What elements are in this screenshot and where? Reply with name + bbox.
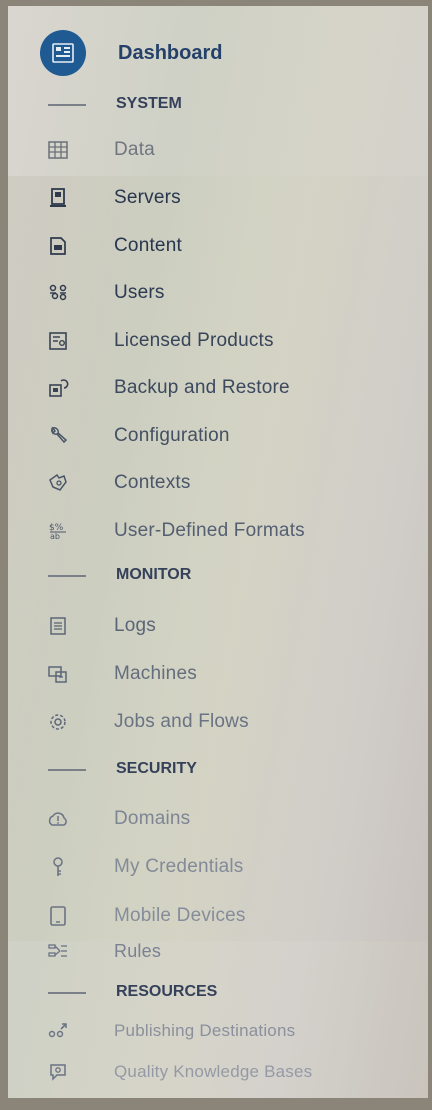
logs-icon (46, 614, 70, 638)
nav-item-label: Publishing Destinations (114, 1021, 296, 1040)
section-title: MONITOR (116, 566, 192, 583)
section-divider (48, 992, 86, 994)
contexts-icon (46, 471, 70, 495)
section-title: SYSTEM (116, 95, 182, 112)
dashboard-link[interactable]: Dashboard (118, 42, 222, 65)
nav-item-label: Quality Knowledge Bases (114, 1062, 313, 1081)
license-icon (46, 329, 70, 353)
nav-item-contexts[interactable]: Contexts (8, 463, 428, 503)
nav-item-label: Mobile Devices (114, 905, 246, 926)
nav-item-logs[interactable]: Logs (8, 606, 428, 646)
server-icon (46, 186, 70, 210)
nav-item-label: Machines (114, 663, 197, 684)
nav-item-label: Servers (114, 187, 181, 208)
nav-item-my-credentials[interactable]: My Credentials (8, 847, 428, 887)
nav-item-quality-knowledge-bases[interactable]: Quality Knowledge Bases (8, 1052, 428, 1092)
section-title: SECURITY (116, 760, 197, 777)
nav-item-content[interactable]: Content (8, 226, 428, 266)
nav-item-label: Jobs and Flows (114, 711, 249, 732)
tablet-icon (46, 904, 70, 928)
nav-item-backup-restore[interactable]: Backup and Restore (8, 368, 428, 408)
nav-item-label: Licensed Products (114, 330, 274, 351)
key-icon (46, 855, 70, 879)
nav-item-machines[interactable]: Machines (8, 654, 428, 694)
nav-item-licensed-products[interactable]: Licensed Products (8, 321, 428, 361)
nav-item-label: Contexts (114, 472, 191, 493)
wrench-icon (46, 424, 70, 448)
nav-item-label: User-Defined Formats (114, 520, 305, 541)
nav-item-label: Domains (114, 808, 191, 829)
formats-icon: $% ab (46, 519, 70, 543)
knowledge-icon (46, 1060, 70, 1084)
nav-item-jobs-flows[interactable]: Jobs and Flows (8, 702, 428, 742)
nav-item-label: Logs (114, 615, 157, 636)
section-title: RESOURCES (116, 983, 218, 1000)
backup-icon (46, 376, 70, 400)
section-divider (48, 769, 86, 771)
content-icon (46, 234, 70, 258)
publishing-icon (46, 1019, 70, 1043)
section-system: SYSTEM (8, 92, 428, 118)
section-divider (48, 104, 86, 106)
screen: Dashboard SYSTEM Data Servers Content Us… (8, 6, 428, 1098)
nav-item-domains[interactable]: Domains (8, 799, 428, 839)
nav-item-user-defined-formats[interactable]: $% ab User-Defined Formats (8, 511, 428, 551)
nav-item-label: Content (114, 235, 182, 256)
nav-item-servers[interactable]: Servers (8, 178, 428, 218)
section-security: SECURITY (8, 757, 428, 783)
nav-item-rules[interactable]: Rules (8, 931, 428, 971)
section-resources: RESOURCES (8, 980, 428, 1006)
nav-item-label: Data (114, 139, 155, 160)
nav-item-label: My Credentials (114, 856, 244, 877)
nav-item-mobile-devices[interactable]: Mobile Devices (8, 896, 428, 936)
nav-item-label: Configuration (114, 425, 230, 446)
nav-item-publishing-destinations[interactable]: Publishing Destinations (8, 1011, 428, 1051)
table-icon (46, 138, 70, 162)
nav-item-label: Users (114, 282, 165, 303)
machines-icon (46, 662, 70, 686)
nav-item-label: Backup and Restore (114, 377, 290, 398)
users-icon (46, 281, 70, 305)
gear-icon (46, 710, 70, 734)
section-monitor: MONITOR (8, 563, 428, 589)
nav-item-users[interactable]: Users (8, 273, 428, 313)
rules-icon (46, 939, 70, 963)
dashboard-icon[interactable] (40, 30, 86, 76)
domain-icon (46, 807, 70, 831)
nav-item-data[interactable]: Data (8, 130, 428, 170)
svg-text:ab: ab (50, 532, 60, 541)
section-divider (48, 575, 86, 577)
nav-item-configuration[interactable]: Configuration (8, 416, 428, 456)
nav-item-label: Rules (114, 940, 162, 961)
